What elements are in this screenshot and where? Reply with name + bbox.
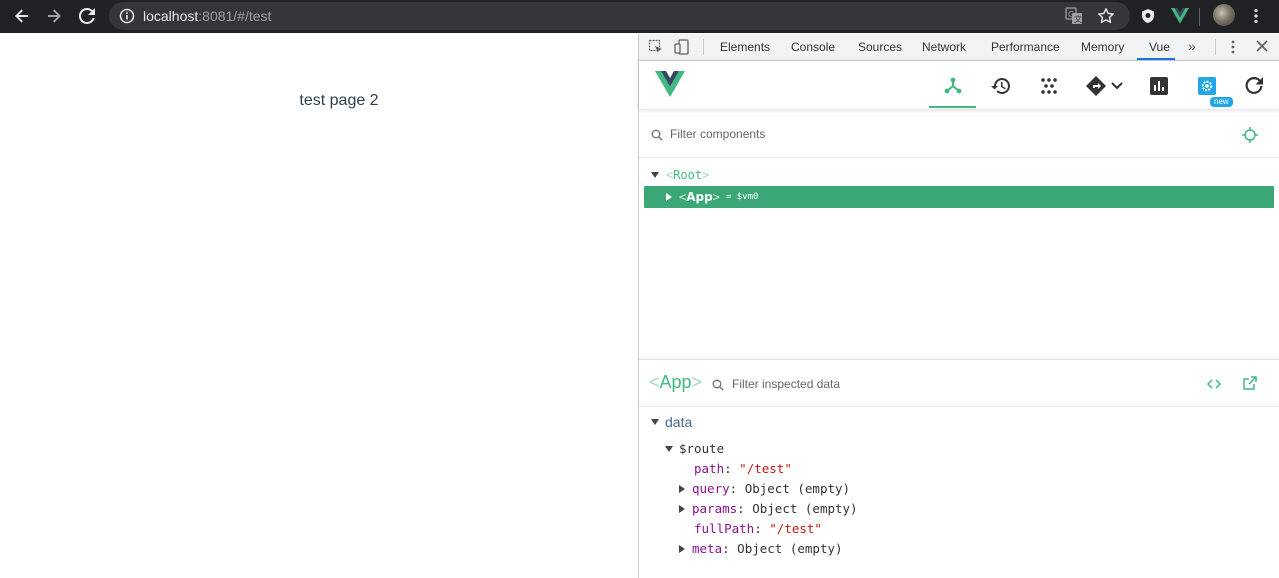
expand-arrow-icon[interactable] bbox=[679, 544, 685, 553]
routing-icon[interactable] bbox=[1084, 74, 1108, 98]
translate-icon[interactable]: G文 bbox=[1065, 7, 1083, 30]
history-icon[interactable] bbox=[989, 74, 1013, 98]
reload-icon[interactable] bbox=[76, 5, 98, 27]
back-icon[interactable] bbox=[11, 5, 33, 27]
tab-memory[interactable]: Memory bbox=[1081, 40, 1124, 54]
prop-row[interactable]: fullPath: "/test" bbox=[694, 521, 822, 536]
url-host: localhost bbox=[143, 8, 199, 24]
url-text: localhost:8081/#/test bbox=[143, 8, 271, 24]
tree-node-root[interactable]: < Root > bbox=[651, 164, 709, 186]
active-tab-indicator bbox=[1137, 58, 1175, 60]
search-icon bbox=[712, 378, 724, 396]
components-tab-icon[interactable] bbox=[941, 74, 965, 98]
chevron-down-icon[interactable] bbox=[1111, 78, 1123, 96]
devtools-menu-icon[interactable] bbox=[1231, 40, 1235, 57]
vue-logo-icon bbox=[655, 71, 685, 102]
data-section-header[interactable]: data bbox=[651, 414, 692, 430]
search-icon bbox=[651, 128, 663, 146]
app-name: App bbox=[686, 190, 713, 204]
route-property[interactable]: $route bbox=[665, 441, 724, 456]
devtools-tab-bar: Elements Console Sources Network Perform… bbox=[639, 34, 1279, 61]
inspect-element-icon[interactable] bbox=[648, 39, 664, 58]
close-devtools-icon[interactable] bbox=[1256, 40, 1268, 55]
url-path: :8081/#/test bbox=[198, 8, 272, 24]
bookmark-star-icon[interactable] bbox=[1097, 7, 1115, 30]
root-name: Root bbox=[673, 168, 703, 182]
inspected-component-title: <App> bbox=[649, 372, 703, 392]
prop-row[interactable]: query: Object (empty) bbox=[679, 481, 850, 496]
vuex-icon[interactable] bbox=[1037, 74, 1061, 98]
expand-arrow-icon[interactable] bbox=[651, 419, 659, 425]
prop-row[interactable]: meta: Object (empty) bbox=[679, 541, 843, 556]
open-in-editor-icon[interactable] bbox=[1243, 376, 1257, 395]
prop-row[interactable]: path: "/test" bbox=[694, 461, 792, 476]
svg-text:文: 文 bbox=[1074, 14, 1082, 24]
select-component-target-icon[interactable] bbox=[1242, 127, 1258, 148]
inspect-dom-code-icon[interactable] bbox=[1206, 376, 1222, 397]
performance-chart-icon[interactable] bbox=[1147, 74, 1171, 98]
chrome-menu-icon[interactable] bbox=[1245, 5, 1267, 27]
filter-components-bar: Filter components bbox=[639, 115, 1279, 158]
vue-extension-icon[interactable] bbox=[1169, 5, 1191, 27]
tab-vue[interactable]: Vue bbox=[1149, 40, 1170, 54]
tab-divider bbox=[1215, 39, 1216, 55]
browser-toolbar: localhost:8081/#/test G文 bbox=[0, 0, 1279, 33]
expand-arrow-icon[interactable] bbox=[679, 484, 685, 493]
forward-icon[interactable] bbox=[43, 5, 65, 27]
tab-network[interactable]: Network bbox=[922, 40, 966, 54]
component-inspector: <App> Filter inspected data data $route bbox=[639, 359, 1279, 578]
filter-inspected-data-input[interactable]: Filter inspected data bbox=[732, 377, 840, 391]
tab-elements[interactable]: Elements bbox=[720, 40, 770, 54]
collapse-arrow-icon[interactable] bbox=[666, 193, 672, 201]
expand-arrow-icon[interactable] bbox=[665, 445, 673, 452]
expand-arrow-icon[interactable] bbox=[679, 504, 685, 513]
vm-reference: = $vm0 bbox=[725, 192, 759, 202]
extension-shield-icon[interactable] bbox=[1137, 5, 1159, 27]
tab-sources[interactable]: Sources bbox=[858, 40, 902, 54]
devtools-panel: Elements Console Sources Network Perform… bbox=[638, 34, 1279, 578]
more-tabs-icon[interactable]: » bbox=[1188, 38, 1196, 54]
prop-row[interactable]: params: Object (empty) bbox=[679, 501, 858, 516]
profile-avatar[interactable] bbox=[1213, 4, 1235, 26]
tree-node-app[interactable]: < App > = $vm0 bbox=[644, 186, 1274, 208]
refresh-icon[interactable] bbox=[1242, 74, 1266, 98]
tab-console[interactable]: Console bbox=[791, 40, 835, 54]
info-icon[interactable] bbox=[119, 8, 135, 29]
toolbar-divider bbox=[1199, 8, 1200, 26]
vue-devtools-toolbar: new bbox=[639, 61, 1279, 109]
new-badge: new bbox=[1210, 97, 1233, 107]
address-bar[interactable]: localhost:8081/#/test G文 bbox=[109, 2, 1130, 30]
settings-icon[interactable] bbox=[1195, 74, 1219, 98]
active-vue-tab-indicator bbox=[929, 106, 976, 108]
inspector-header: <App> Filter inspected data bbox=[639, 359, 1279, 407]
tab-performance[interactable]: Performance bbox=[991, 40, 1060, 54]
filter-components-input[interactable]: Filter components bbox=[670, 127, 765, 141]
device-toolbar-icon[interactable] bbox=[674, 39, 690, 58]
page-viewport: test page 2 bbox=[0, 34, 638, 578]
page-content-text: test page 2 bbox=[299, 92, 379, 109]
expand-arrow-icon[interactable] bbox=[651, 172, 659, 178]
tab-divider bbox=[703, 39, 704, 55]
